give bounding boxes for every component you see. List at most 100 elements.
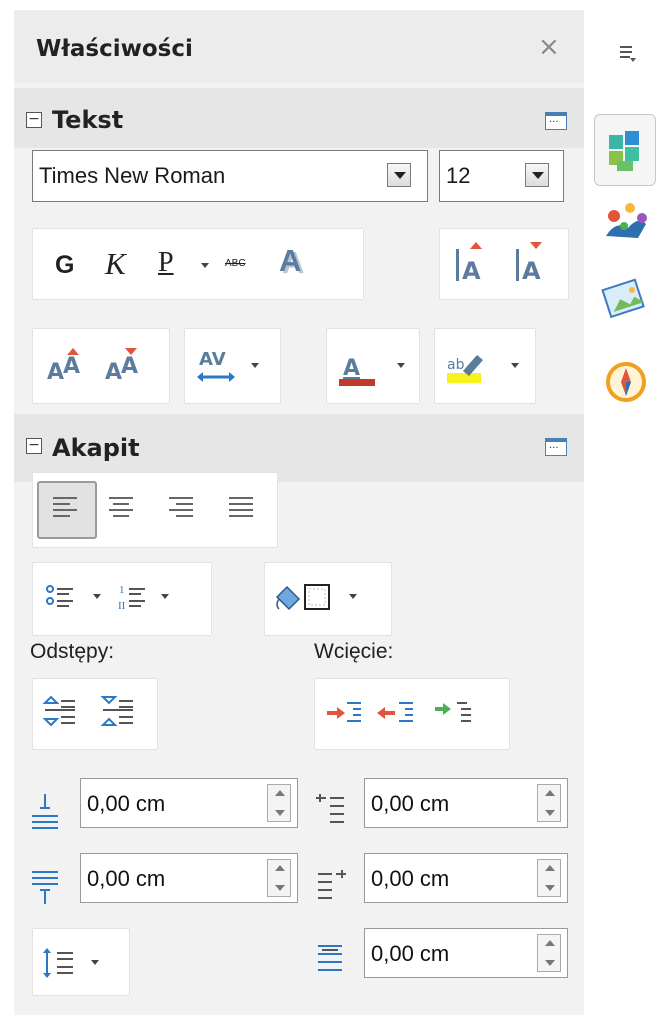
alignment-group — [32, 472, 278, 548]
above-spacing-value: 0,00 cm — [87, 791, 166, 816]
indent-icons — [327, 702, 471, 722]
numbered-list-icon[interactable]: 1 II — [118, 584, 145, 612]
font-size-value: 12 — [446, 163, 471, 188]
before-indent-spinner[interactable] — [537, 784, 561, 822]
panel-title: Właściwości — [36, 36, 193, 62]
svg-text:ab: ab — [447, 357, 465, 373]
italic-button[interactable]: K — [105, 246, 126, 282]
bullet-list-dropdown-icon[interactable] — [93, 594, 101, 599]
above-spacing-icon — [32, 794, 58, 829]
decrease-spacing-icon[interactable] — [100, 696, 133, 726]
paragraph-section-title: Akapit — [52, 434, 140, 462]
align-right-icon[interactable] — [169, 497, 193, 521]
font-size-combo[interactable]: 12 — [439, 150, 564, 202]
above-spacing-field[interactable]: 0,00 cm — [80, 778, 298, 828]
gallery-icon — [601, 278, 645, 319]
after-indent-field[interactable]: 0,00 cm — [364, 853, 568, 903]
svg-text:1: 1 — [119, 584, 125, 596]
font-scale-group: A A — [439, 228, 569, 300]
below-spacing-value: 0,00 cm — [87, 866, 166, 891]
font-color-icon[interactable]: A — [327, 329, 419, 403]
superscript-icon[interactable]: A A — [47, 348, 80, 385]
shadow-button[interactable]: A — [279, 243, 301, 279]
highlight-color-icon[interactable]: ab — [435, 329, 535, 403]
font-name-value: Times New Roman — [39, 163, 226, 188]
align-justify-icon[interactable] — [229, 497, 253, 521]
font-scale-icons: A A — [456, 242, 542, 285]
after-indent-icon — [318, 870, 346, 899]
first-line-indent-spinner[interactable] — [537, 934, 561, 972]
align-left-icon — [53, 497, 77, 521]
increase-font-icon[interactable]: A — [456, 242, 482, 285]
sidebar-menu-icon[interactable] — [618, 44, 638, 64]
font-size-dropdown-icon[interactable] — [525, 163, 549, 187]
navigator-tab[interactable] — [600, 356, 652, 408]
before-indent-icon — [316, 794, 344, 823]
text-more-options-icon[interactable] — [545, 112, 567, 130]
svg-text:A: A — [522, 257, 541, 285]
first-line-indent-value: 0,00 cm — [371, 941, 450, 966]
superscript-group: A A A A — [32, 328, 170, 404]
background-icons — [275, 584, 357, 611]
close-icon[interactable]: × — [538, 32, 560, 62]
decrease-indent-icon[interactable] — [377, 702, 413, 722]
increase-indent-icon[interactable] — [327, 702, 361, 722]
sub-super-icons: A A A A — [47, 348, 138, 385]
list-group: 1 II — [32, 562, 212, 636]
borders-icon[interactable] — [304, 584, 330, 610]
borders-dropdown-icon[interactable] — [349, 594, 357, 599]
collapse-text-icon[interactable]: − — [26, 112, 42, 128]
before-indent-field[interactable]: 0,00 cm — [364, 778, 568, 828]
below-spacing-icon — [32, 871, 58, 904]
decrease-font-icon[interactable]: A — [516, 242, 542, 285]
line-spacing-icon[interactable] — [33, 929, 129, 995]
bullet-list-icon[interactable] — [46, 585, 73, 607]
svg-text:A: A — [121, 354, 138, 379]
indent-label: Wcięcie: — [314, 640, 394, 663]
above-spacing-spinner[interactable] — [267, 784, 291, 822]
increase-spacing-icon[interactable] — [42, 695, 75, 727]
below-spacing-field[interactable]: 0,00 cm — [80, 853, 298, 903]
properties-tab[interactable] — [594, 114, 656, 186]
align-center-icon[interactable] — [109, 497, 133, 521]
paragraph-background-icon[interactable] — [275, 585, 301, 611]
before-indent-value: 0,00 cm — [371, 791, 450, 816]
underline-dropdown-icon[interactable] — [201, 263, 209, 268]
line-spacing-group — [32, 928, 130, 996]
panel-header: Właściwości × — [14, 10, 584, 82]
spacing-char-group: AV — [184, 328, 281, 404]
svg-text:A: A — [105, 360, 122, 385]
highlight-group: ab — [434, 328, 536, 404]
paragraph-spacing-group — [32, 678, 158, 750]
below-spacing-spinner[interactable] — [267, 859, 291, 897]
subscript-icon[interactable]: A A — [105, 348, 138, 385]
bold-button[interactable]: G — [55, 251, 74, 280]
gallery-tab[interactable] — [600, 272, 652, 324]
collapse-paragraph-icon[interactable]: − — [26, 438, 42, 454]
align-left-button[interactable] — [37, 481, 97, 539]
font-name-combo[interactable]: Times New Roman — [32, 150, 428, 202]
character-spacing-icon[interactable]: AV — [185, 329, 280, 403]
font-color-group: A — [326, 328, 420, 404]
sidebar-tab-bar — [590, 0, 661, 1015]
svg-text:AV: AV — [199, 349, 226, 370]
svg-text:A: A — [63, 354, 80, 379]
indent-group — [314, 678, 510, 750]
navigator-icon — [606, 362, 646, 402]
numbered-list-dropdown-icon[interactable] — [161, 594, 169, 599]
paragraph-more-options-icon[interactable] — [545, 438, 567, 456]
list-icons: 1 II — [46, 584, 169, 612]
font-name-dropdown-icon[interactable] — [387, 163, 411, 187]
strikethrough-button[interactable]: ABC — [225, 258, 246, 269]
after-indent-value: 0,00 cm — [371, 866, 450, 891]
first-line-indent-field[interactable]: 0,00 cm — [364, 928, 568, 978]
after-indent-spinner[interactable] — [537, 859, 561, 897]
styles-tab[interactable] — [600, 196, 652, 248]
hanging-indent-icon[interactable] — [435, 702, 471, 722]
text-format-group: G K P ABC A — [32, 228, 364, 300]
svg-text:A: A — [47, 360, 64, 385]
first-line-indent-icon — [318, 945, 342, 971]
underline-button[interactable]: P — [158, 247, 174, 279]
svg-text:A: A — [462, 257, 481, 285]
styles-icon — [606, 203, 647, 238]
